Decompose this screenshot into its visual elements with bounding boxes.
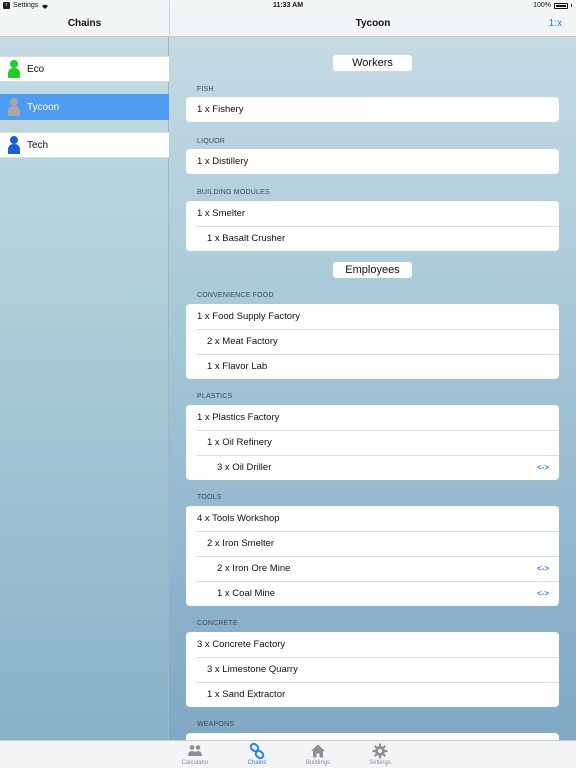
tab-label: Buildings — [305, 760, 331, 766]
sidebar-item-label: Tycoon — [27, 101, 60, 113]
list-item[interactable]: 1 x Flavor Lab — [186, 354, 559, 379]
tab-calculator[interactable]: Calculator — [165, 743, 225, 766]
section-card-concrete: 3 x Concrete Factory 3 x Limestone Quarr… — [186, 632, 559, 707]
list-item[interactable]: 1 x Smelter — [186, 201, 559, 226]
list-item[interactable]: 4 x Tools Workshop — [186, 506, 559, 531]
section-label-convenience-food: CONVENIENCE FOOD — [197, 292, 274, 299]
battery-percent: 100% — [533, 2, 551, 9]
section-card-liquor: 1 x Distillery — [186, 149, 559, 174]
tab-label: Calculator — [181, 760, 209, 766]
group-header-workers: Workers — [333, 55, 412, 71]
status-time: 11:33 AM — [272, 2, 304, 9]
sidebar-item-tycoon[interactable]: Tycoon — [0, 94, 169, 120]
list-item[interactable]: 1 x Basalt Crusher — [186, 226, 559, 251]
list-item[interactable]: 3 x Oil Driller <-> — [186, 455, 559, 480]
list-item[interactable]: 1 x Sand Extractor — [186, 682, 559, 707]
page-title: Tycoon — [355, 18, 391, 29]
section-label-weapons: WEAPONS — [197, 721, 235, 728]
section-label-fish: FISH — [197, 86, 214, 93]
section-card-plastics: 1 x Plastics Factory 1 x Oil Refinery 3 … — [186, 405, 559, 480]
list-item[interactable]: 3 x Limestone Quarry — [186, 657, 559, 682]
sidebar-item-eco[interactable]: Eco — [0, 56, 169, 82]
list-item[interactable]: 1 x Coal Mine <-> — [186, 581, 559, 606]
section-label-plastics: PLASTICS — [197, 393, 233, 400]
list-item[interactable]: 2 x Iron Smelter — [186, 531, 559, 556]
section-card-convenience-food: 1 x Food Supply Factory 2 x Meat Factory… — [186, 304, 559, 379]
list-item[interactable]: 2 x Iron Ore Mine <-> — [186, 556, 559, 581]
list-item[interactable]: 3 x Concrete Factory — [186, 632, 559, 657]
tab-buildings[interactable]: Buildings — [288, 743, 348, 766]
section-label-tools: TOOLS — [197, 494, 222, 501]
list-item[interactable]: 1 x Plastics Factory — [186, 405, 559, 430]
swap-button[interactable]: <-> — [537, 589, 549, 598]
status-bar: ‹ Settings 11:33 AM 100% — [0, 0, 576, 12]
list-item[interactable]: 1 x Food Supply Factory — [186, 304, 559, 329]
sidebar-item-tech[interactable]: Tech — [0, 132, 169, 158]
list-item[interactable]: 1 x Distillery — [186, 149, 559, 174]
battery-icon — [554, 2, 568, 9]
sidebar: Chains Eco Tycoon Tech — [0, 0, 169, 740]
battery-tip — [571, 4, 572, 7]
status-right: 100% — [533, 2, 572, 9]
section-card-tools: 4 x Tools Workshop 2 x Iron Smelter 2 x … — [186, 506, 559, 606]
tab-chains[interactable]: Chains — [227, 743, 287, 766]
house-icon — [311, 744, 325, 758]
swap-button[interactable]: <-> — [537, 463, 549, 472]
person-icon — [7, 98, 21, 116]
swap-button[interactable]: <-> — [537, 564, 549, 573]
section-label-liquor: LIQUOR — [197, 138, 226, 145]
section-card-fish: 1 x Fishery — [186, 97, 559, 122]
sidebar-item-label: Tech — [27, 139, 49, 151]
ratio-toggle-button[interactable]: 1:x — [549, 18, 562, 29]
section-label-concrete: CONCRETE — [197, 620, 238, 627]
tab-bar: Calculator Chains Buildings Settings — [0, 740, 576, 768]
tab-settings[interactable]: Settings — [350, 743, 410, 766]
section-label-building-modules: BUILDING MODULES — [197, 189, 270, 196]
list-item[interactable]: 2 x Meat Factory — [186, 329, 559, 354]
list-item[interactable]: 1 x Oil Refinery — [186, 430, 559, 455]
chain-link-icon — [249, 743, 265, 759]
tab-label: Chains — [247, 760, 267, 766]
person-icon — [7, 136, 21, 154]
sidebar-item-label: Eco — [27, 63, 45, 75]
section-card-building-modules: 1 x Smelter 1 x Basalt Crusher — [186, 201, 559, 251]
gear-icon — [372, 743, 388, 759]
sidebar-title: Chains — [67, 18, 102, 29]
person-icon — [7, 60, 21, 78]
chain-content[interactable]: Workers FISH 1 x Fishery LIQUOR 1 x Dist… — [186, 37, 559, 740]
tab-label: Settings — [369, 760, 391, 766]
list-item[interactable]: 1 x Fishery — [186, 97, 559, 122]
section-card-weapons — [186, 733, 559, 740]
group-header-employees: Employees — [333, 262, 412, 278]
people-icon — [188, 745, 202, 756]
